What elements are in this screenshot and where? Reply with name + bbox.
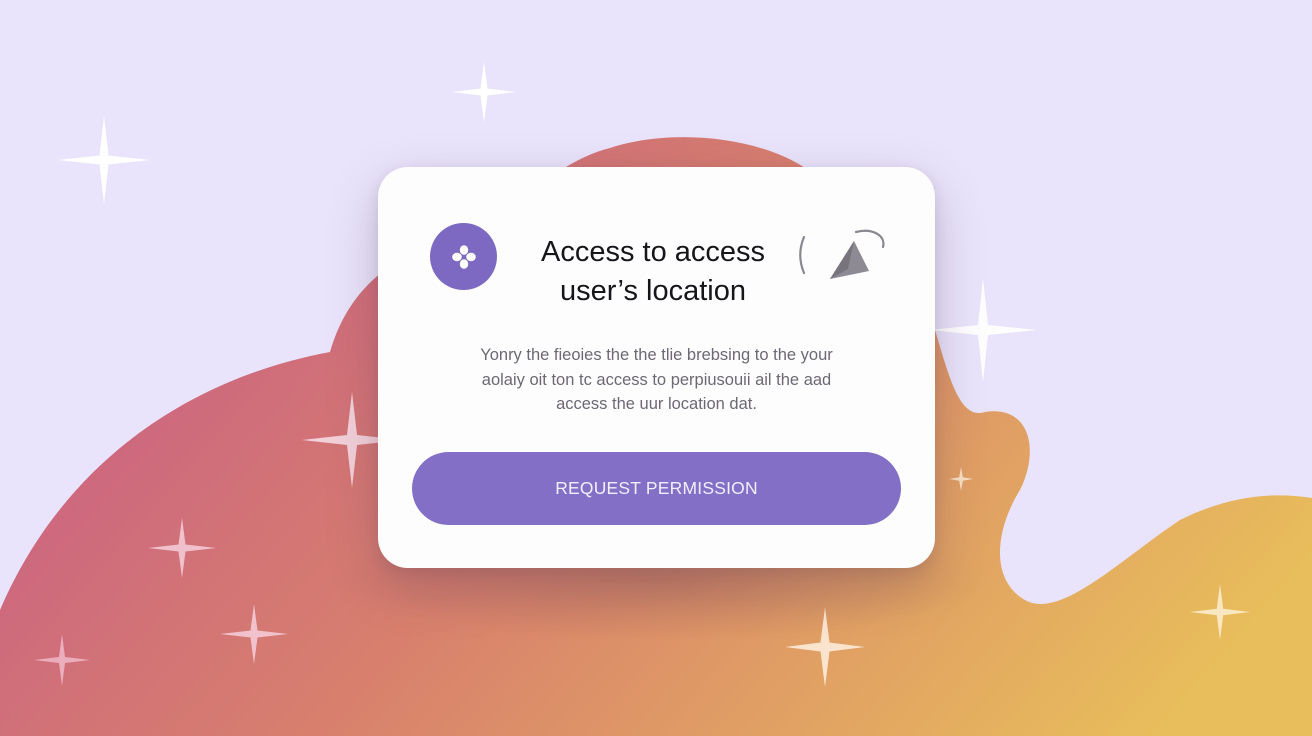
description-line-2: aolaiy oit ton tc access to perpiusouii … (481, 370, 832, 389)
sparkle-icon (452, 62, 516, 122)
sparkle-flower-icon (430, 223, 497, 290)
title-line-1: Access to access (540, 236, 766, 268)
sparkle-icon (58, 116, 150, 204)
location-arrow-icon (799, 229, 885, 279)
dialog-description: Yonry the fieoies the the tlie brebsing … (438, 343, 875, 417)
request-permission-button[interactable]: REQUEST PERMISSION (412, 452, 901, 525)
description-line-3: access the uur location dat. (556, 395, 757, 413)
title-line-2: user’s location (560, 275, 746, 307)
permission-dialog: Access to access user’s location Yonry t… (378, 167, 935, 568)
description-line-1: Yonry the fieoies the the tlie brebsing … (480, 346, 833, 364)
dialog-title: Access to access user’s location (518, 233, 788, 311)
